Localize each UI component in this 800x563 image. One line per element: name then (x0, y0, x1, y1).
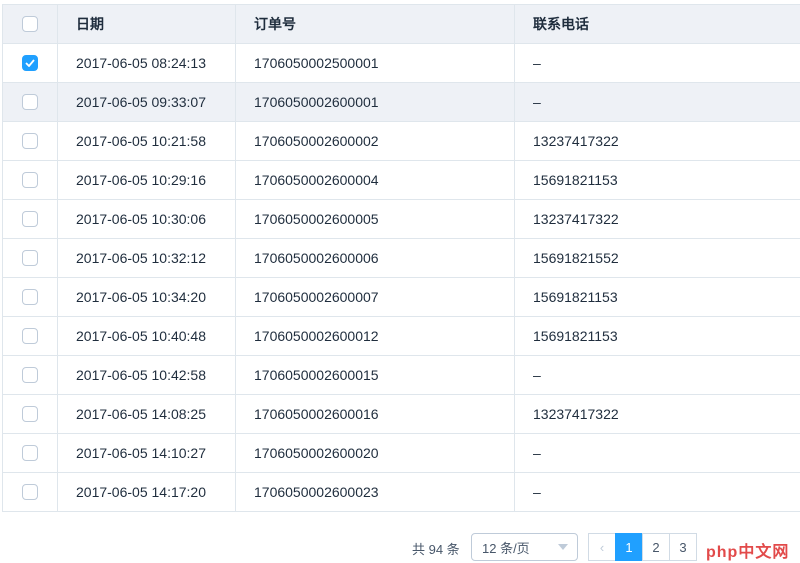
cell-order-number: 1706050002500001 (236, 44, 515, 82)
table-row[interactable]: 2017-06-05 10:21:58 1706050002600002 13237… (3, 122, 800, 161)
cell-order-number: 1706050002600012 (236, 317, 515, 355)
cell-phone: – (515, 83, 800, 121)
row-select-cell[interactable] (3, 434, 58, 472)
total-count: 共 94 条 (412, 542, 460, 557)
cell-order-number: 1706050002600023 (236, 473, 515, 511)
page-button-2[interactable]: 2 (642, 533, 670, 561)
table-row[interactable]: 2017-06-05 10:34:20 1706050002600007 15691… (3, 278, 800, 317)
page-size-select[interactable]: 12 条/页 (471, 533, 578, 561)
cell-order-number: 1706050002600016 (236, 395, 515, 433)
cell-order-number: 1706050002600001 (236, 83, 515, 121)
row-select-cell[interactable] (3, 356, 58, 394)
pager: ‹ 123 (588, 533, 697, 561)
cell-phone: 15691821153 (515, 317, 800, 355)
table-row[interactable]: 2017-06-05 14:17:20 1706050002600023– (3, 473, 800, 512)
row-checkbox[interactable] (22, 445, 38, 461)
table-row[interactable]: 2017-06-05 10:40:48 1706050002600012 15691… (3, 317, 800, 356)
page-button-3[interactable]: 3 (669, 533, 697, 561)
table-row[interactable]: 2017-06-05 09:33:07 1706050002600001– (3, 83, 800, 122)
prev-page-button[interactable]: ‹ (588, 533, 616, 561)
check-icon (25, 59, 35, 67)
cell-order-number: 1706050002600020 (236, 434, 515, 472)
row-checkbox[interactable] (22, 94, 38, 110)
table-row[interactable]: 2017-06-05 10:30:06 1706050002600005 13237… (3, 200, 800, 239)
row-select-cell[interactable] (3, 317, 58, 355)
table-header: 日期 订单号 联系电话 (3, 5, 800, 44)
cell-date: 2017-06-05 10:32:12 (58, 239, 236, 277)
row-select-cell[interactable] (3, 278, 58, 316)
cell-date: 2017-06-05 10:30:06 (58, 200, 236, 238)
cell-date: 2017-06-05 14:17:20 (58, 473, 236, 511)
row-checkbox[interactable] (22, 328, 38, 344)
cell-date: 2017-06-05 14:08:25 (58, 395, 236, 433)
row-select-cell[interactable] (3, 473, 58, 511)
header-select-cell[interactable] (3, 5, 58, 43)
cell-order-number: 1706050002600015 (236, 356, 515, 394)
row-select-cell[interactable] (3, 161, 58, 199)
page-size-value: 12 条/页 (482, 540, 530, 556)
cell-date: 2017-06-05 08:24:13 (58, 44, 236, 82)
row-select-cell[interactable] (3, 122, 58, 160)
row-checkbox[interactable] (22, 367, 38, 383)
row-select-cell[interactable] (3, 239, 58, 277)
cell-phone: – (515, 473, 800, 511)
table-row[interactable]: 2017-06-05 10:32:12 1706050002600006 15691… (3, 239, 800, 278)
row-checkbox[interactable] (22, 133, 38, 149)
cell-date: 2017-06-05 10:21:58 (58, 122, 236, 160)
header-phone[interactable]: 联系电话 (515, 5, 800, 43)
cell-phone: – (515, 356, 800, 394)
table-row[interactable]: 2017-06-05 10:42:58 1706050002600015– (3, 356, 800, 395)
cell-phone: 15691821153 (515, 161, 800, 199)
cell-phone: 15691821552 (515, 239, 800, 277)
cell-date: 2017-06-05 14:10:27 (58, 434, 236, 472)
cell-date: 2017-06-05 10:34:20 (58, 278, 236, 316)
cell-order-number: 1706050002600006 (236, 239, 515, 277)
cell-phone: 13237417322 (515, 122, 800, 160)
cell-phone: – (515, 44, 800, 82)
row-select-cell[interactable] (3, 44, 58, 82)
cell-order-number: 1706050002600004 (236, 161, 515, 199)
row-checkbox[interactable] (22, 211, 38, 227)
cell-date: 2017-06-05 10:42:58 (58, 356, 236, 394)
row-checkbox[interactable] (22, 289, 38, 305)
cell-order-number: 1706050002600005 (236, 200, 515, 238)
row-checkbox[interactable] (22, 172, 38, 188)
row-select-cell[interactable] (3, 83, 58, 121)
row-select-cell[interactable] (3, 395, 58, 433)
page-button-1[interactable]: 1 (615, 533, 643, 561)
header-date[interactable]: 日期 (58, 5, 236, 43)
row-select-cell[interactable] (3, 200, 58, 238)
row-checkbox[interactable] (22, 406, 38, 422)
cell-order-number: 1706050002600002 (236, 122, 515, 160)
chevron-left-icon: ‹ (599, 539, 605, 555)
table-row[interactable]: 2017-06-05 08:24:13 1706050002500001– (3, 44, 800, 83)
chevron-down-icon (558, 544, 568, 550)
row-checkbox[interactable] (22, 55, 38, 71)
row-checkbox[interactable] (22, 250, 38, 266)
cell-phone: – (515, 434, 800, 472)
cell-phone: 13237417322 (515, 395, 800, 433)
cell-date: 2017-06-05 09:33:07 (58, 83, 236, 121)
table-row[interactable]: 2017-06-05 14:10:27 1706050002600020– (3, 434, 800, 473)
select-all-checkbox[interactable] (22, 16, 38, 32)
cell-phone: 13237417322 (515, 200, 800, 238)
row-checkbox[interactable] (22, 484, 38, 500)
cell-date: 2017-06-05 10:29:16 (58, 161, 236, 199)
watermark-logo: php中文网 (706, 544, 790, 561)
table-row[interactable]: 2017-06-05 14:08:25 1706050002600016 13237… (3, 395, 800, 434)
pagination: 共 94 条 12 条/页 ‹ 123 (0, 533, 800, 563)
cell-phone: 15691821153 (515, 278, 800, 316)
header-order-number[interactable]: 订单号 (236, 5, 515, 43)
table-body: 2017-06-05 08:24:13 1706050002500001–2017… (3, 44, 800, 512)
cell-date: 2017-06-05 10:40:48 (58, 317, 236, 355)
cell-order-number: 1706050002600007 (236, 278, 515, 316)
orders-table: 日期 订单号 联系电话 2017-06-05 08:24:13 170605000… (2, 4, 800, 512)
table-row[interactable]: 2017-06-05 10:29:16 1706050002600004 15691… (3, 161, 800, 200)
